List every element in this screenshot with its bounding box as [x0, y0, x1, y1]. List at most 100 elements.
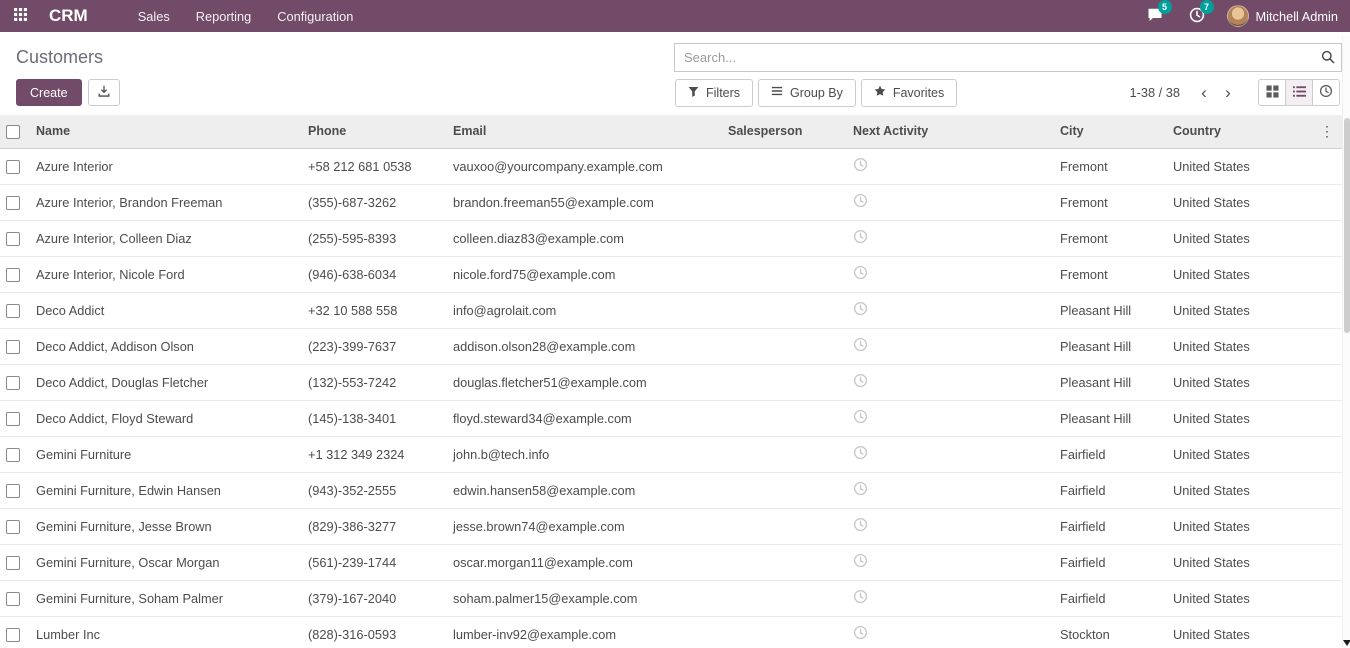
cell-email[interactable]: soham.palmer15@example.com	[445, 580, 720, 616]
cell-phone[interactable]: (561)-239-1744	[300, 544, 445, 580]
customer-row[interactable]: Gemini Furniture, Soham Palmer (379)-167…	[0, 580, 1342, 616]
cell-name[interactable]: Gemini Furniture, Oscar Morgan	[28, 544, 300, 580]
cell-name[interactable]: Gemini Furniture	[28, 436, 300, 472]
row-checkbox[interactable]	[6, 484, 20, 498]
customer-row[interactable]: Gemini Furniture, Edwin Hansen (943)-352…	[0, 472, 1342, 508]
group-by-button[interactable]: Group By	[758, 79, 856, 107]
cell-salesperson[interactable]	[720, 436, 845, 472]
cell-name[interactable]: Lumber Inc	[28, 616, 300, 648]
activities-menu-button[interactable]: 7	[1181, 3, 1213, 30]
search-input[interactable]	[674, 43, 1342, 72]
next-activity-clock-icon[interactable]	[853, 445, 868, 460]
row-checkbox[interactable]	[6, 304, 20, 318]
next-activity-clock-icon[interactable]	[853, 157, 868, 172]
customer-row[interactable]: Azure Interior, Brandon Freeman (355)-68…	[0, 184, 1342, 220]
customer-row[interactable]: Gemini Furniture +1 312 349 2324 john.b@…	[0, 436, 1342, 472]
menu-configuration[interactable]: Configuration	[269, 2, 361, 31]
column-header-salesperson[interactable]: Salesperson	[720, 115, 845, 148]
next-activity-clock-icon[interactable]	[853, 193, 868, 208]
cell-salesperson[interactable]	[720, 220, 845, 256]
customer-row[interactable]: Deco Addict, Floyd Steward (145)-138-340…	[0, 400, 1342, 436]
cell-phone[interactable]: (828)-316-0593	[300, 616, 445, 648]
cell-city[interactable]: Fremont	[1052, 184, 1165, 220]
next-activity-clock-icon[interactable]	[853, 301, 868, 316]
next-activity-clock-icon[interactable]	[853, 481, 868, 496]
row-checkbox[interactable]	[6, 412, 20, 426]
favorites-button[interactable]: Favorites	[861, 79, 957, 107]
cell-next-activity[interactable]	[845, 328, 1052, 364]
column-header-country[interactable]: Country	[1165, 115, 1270, 148]
cell-name[interactable]: Azure Interior, Colleen Diaz	[28, 220, 300, 256]
cell-city[interactable]: Fairfield	[1052, 580, 1165, 616]
customer-row[interactable]: Azure Interior, Nicole Ford (946)-638-60…	[0, 256, 1342, 292]
customer-row[interactable]: Deco Addict, Douglas Fletcher (132)-553-…	[0, 364, 1342, 400]
cell-email[interactable]: edwin.hansen58@example.com	[445, 472, 720, 508]
scrollbar-thumb[interactable]	[1344, 118, 1350, 333]
column-header-phone[interactable]: Phone	[300, 115, 445, 148]
cell-next-activity[interactable]	[845, 472, 1052, 508]
column-header-next-activity[interactable]: Next Activity	[845, 115, 1052, 148]
cell-next-activity[interactable]	[845, 256, 1052, 292]
row-checkbox[interactable]	[6, 628, 20, 642]
cell-salesperson[interactable]	[720, 328, 845, 364]
cell-next-activity[interactable]	[845, 220, 1052, 256]
cell-phone[interactable]: (145)-138-3401	[300, 400, 445, 436]
customer-row[interactable]: Azure Interior, Colleen Diaz (255)-595-8…	[0, 220, 1342, 256]
user-menu[interactable]: Mitchell Admin	[1223, 5, 1343, 27]
cell-salesperson[interactable]	[720, 544, 845, 580]
cell-email[interactable]: vauxoo@yourcompany.example.com	[445, 148, 720, 184]
cell-email[interactable]: floyd.steward34@example.com	[445, 400, 720, 436]
select-all-checkbox[interactable]	[6, 125, 20, 139]
cell-salesperson[interactable]	[720, 616, 845, 648]
menu-reporting[interactable]: Reporting	[188, 2, 260, 31]
cell-name[interactable]: Azure Interior	[28, 148, 300, 184]
cell-phone[interactable]: (223)-399-7637	[300, 328, 445, 364]
apps-menu-button[interactable]	[6, 4, 35, 28]
cell-name[interactable]: Deco Addict, Douglas Fletcher	[28, 364, 300, 400]
cell-phone[interactable]: (255)-595-8393	[300, 220, 445, 256]
cell-salesperson[interactable]	[720, 256, 845, 292]
cell-phone[interactable]: +1 312 349 2324	[300, 436, 445, 472]
row-checkbox[interactable]	[6, 196, 20, 210]
pager-next-button[interactable]: ›	[1216, 80, 1240, 106]
cell-email[interactable]: colleen.diaz83@example.com	[445, 220, 720, 256]
cell-name[interactable]: Gemini Furniture, Jesse Brown	[28, 508, 300, 544]
cell-city[interactable]: Fairfield	[1052, 436, 1165, 472]
cell-phone[interactable]: (943)-352-2555	[300, 472, 445, 508]
cell-salesperson[interactable]	[720, 400, 845, 436]
cell-phone[interactable]: (379)-167-2040	[300, 580, 445, 616]
cell-country[interactable]: United States	[1165, 292, 1270, 328]
cell-salesperson[interactable]	[720, 364, 845, 400]
app-brand[interactable]: CRM	[49, 6, 88, 26]
cell-email[interactable]: nicole.ford75@example.com	[445, 256, 720, 292]
cell-name[interactable]: Azure Interior, Nicole Ford	[28, 256, 300, 292]
cell-country[interactable]: United States	[1165, 472, 1270, 508]
cell-country[interactable]: United States	[1165, 508, 1270, 544]
cell-email[interactable]: brandon.freeman55@example.com	[445, 184, 720, 220]
cell-phone[interactable]: (946)-638-6034	[300, 256, 445, 292]
cell-salesperson[interactable]	[720, 508, 845, 544]
next-activity-clock-icon[interactable]	[853, 373, 868, 388]
row-checkbox[interactable]	[6, 520, 20, 534]
cell-country[interactable]: United States	[1165, 616, 1270, 648]
cell-name[interactable]: Deco Addict, Floyd Steward	[28, 400, 300, 436]
create-button[interactable]: Create	[16, 79, 82, 106]
cell-city[interactable]: Fairfield	[1052, 508, 1165, 544]
cell-salesperson[interactable]	[720, 472, 845, 508]
cell-email[interactable]: john.b@tech.info	[445, 436, 720, 472]
cell-next-activity[interactable]	[845, 580, 1052, 616]
cell-country[interactable]: United States	[1165, 544, 1270, 580]
customer-row[interactable]: Gemini Furniture, Oscar Morgan (561)-239…	[0, 544, 1342, 580]
cell-country[interactable]: United States	[1165, 364, 1270, 400]
column-header-city[interactable]: City	[1052, 115, 1165, 148]
cell-email[interactable]: oscar.morgan11@example.com	[445, 544, 720, 580]
next-activity-clock-icon[interactable]	[853, 625, 868, 640]
cell-next-activity[interactable]	[845, 544, 1052, 580]
cell-salesperson[interactable]	[720, 580, 845, 616]
cell-name[interactable]: Deco Addict	[28, 292, 300, 328]
cell-city[interactable]: Fremont	[1052, 220, 1165, 256]
customer-row[interactable]: Deco Addict +32 10 588 558 info@agrolait…	[0, 292, 1342, 328]
cell-phone[interactable]: +58 212 681 0538	[300, 148, 445, 184]
row-checkbox[interactable]	[6, 592, 20, 606]
cell-country[interactable]: United States	[1165, 220, 1270, 256]
